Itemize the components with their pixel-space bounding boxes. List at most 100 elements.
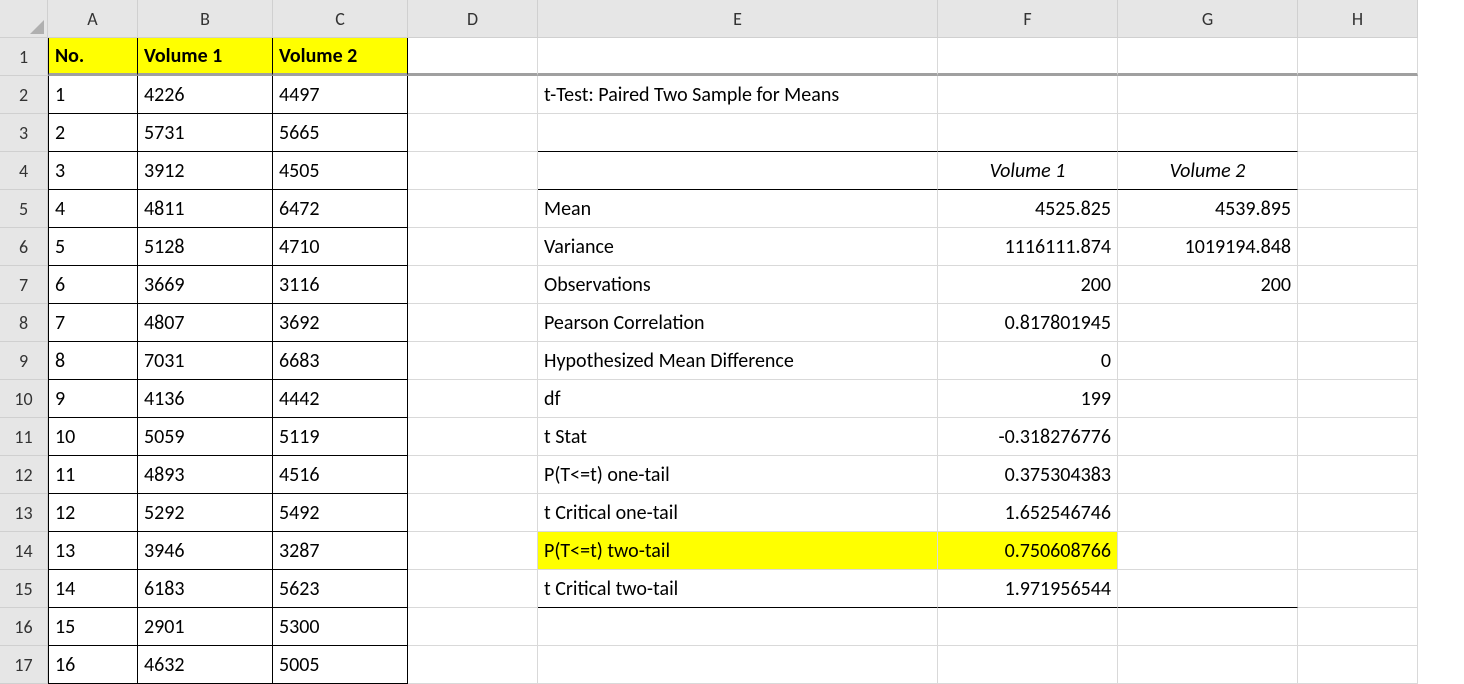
data-cell[interactable]: 5492	[273, 494, 408, 532]
data-cell[interactable]: 3116	[273, 266, 408, 304]
data-cell[interactable]: 4632	[138, 646, 273, 684]
data-header-cell[interactable]: Volume 1	[138, 38, 273, 76]
col-header-f[interactable]: F	[938, 0, 1118, 38]
data-header-cell[interactable]: No.	[48, 38, 138, 76]
ttest-cell[interactable]	[1118, 342, 1298, 380]
data-header-cell[interactable]: Volume 2	[273, 38, 408, 76]
data-cell[interactable]: 4136	[138, 380, 273, 418]
ttest-cell[interactable]	[938, 608, 1118, 646]
row-header-11[interactable]: 11	[0, 418, 48, 456]
row-header-5[interactable]: 5	[0, 190, 48, 228]
row-header-4[interactable]: 4	[0, 152, 48, 190]
ttest-cell[interactable]: P(T<=t) two-tail	[538, 532, 938, 570]
ttest-cell[interactable]: Variance	[538, 228, 938, 266]
empty-cell[interactable]	[1298, 76, 1418, 114]
data-cell[interactable]: 5119	[273, 418, 408, 456]
col-header-a[interactable]: A	[48, 0, 138, 38]
ttest-cell[interactable]: Pearson Correlation	[538, 304, 938, 342]
col-header-d[interactable]: D	[408, 0, 538, 38]
data-cell[interactable]: 7031	[138, 342, 273, 380]
empty-cell[interactable]	[1298, 304, 1418, 342]
empty-cell[interactable]	[1298, 228, 1418, 266]
empty-cell[interactable]	[408, 380, 538, 418]
ttest-cell[interactable]: Hypothesized Mean Difference	[538, 342, 938, 380]
ttest-cell[interactable]: -0.318276776	[938, 418, 1118, 456]
ttest-cell[interactable]: Volume 1	[938, 152, 1118, 190]
ttest-cell[interactable]: 0	[938, 342, 1118, 380]
data-cell[interactable]: 7	[48, 304, 138, 342]
col-header-b[interactable]: B	[138, 0, 273, 38]
col-header-h[interactable]: H	[1298, 0, 1418, 38]
col-header-g[interactable]: G	[1118, 0, 1298, 38]
empty-cell[interactable]	[1298, 646, 1418, 684]
empty-cell[interactable]	[408, 152, 538, 190]
ttest-cell[interactable]: Mean	[538, 190, 938, 228]
data-cell[interactable]: 3287	[273, 532, 408, 570]
empty-cell[interactable]	[1298, 266, 1418, 304]
ttest-cell[interactable]: 4525.825	[938, 190, 1118, 228]
ttest-cell[interactable]	[1118, 304, 1298, 342]
data-cell[interactable]: 3669	[138, 266, 273, 304]
empty-cell[interactable]	[408, 570, 538, 608]
ttest-cell[interactable]: df	[538, 380, 938, 418]
col-header-c[interactable]: C	[273, 0, 408, 38]
data-cell[interactable]: 1	[48, 76, 138, 114]
data-cell[interactable]: 3946	[138, 532, 273, 570]
data-cell[interactable]: 11	[48, 456, 138, 494]
empty-cell[interactable]	[408, 228, 538, 266]
empty-cell[interactable]	[1298, 114, 1418, 152]
ttest-cell[interactable]	[1118, 76, 1298, 114]
data-cell[interactable]: 4710	[273, 228, 408, 266]
data-cell[interactable]: 3912	[138, 152, 273, 190]
data-cell[interactable]: 4811	[138, 190, 273, 228]
ttest-cell[interactable]	[1118, 494, 1298, 532]
data-cell[interactable]: 4497	[273, 76, 408, 114]
data-cell[interactable]: 5300	[273, 608, 408, 646]
ttest-cell[interactable]	[538, 152, 938, 190]
empty-cell[interactable]	[408, 646, 538, 684]
data-cell[interactable]: 4807	[138, 304, 273, 342]
empty-cell[interactable]	[408, 608, 538, 646]
data-cell[interactable]: 6683	[273, 342, 408, 380]
ttest-cell[interactable]: t Critical two-tail	[538, 570, 938, 608]
data-cell[interactable]: 2901	[138, 608, 273, 646]
data-cell[interactable]: 4893	[138, 456, 273, 494]
data-cell[interactable]: 4516	[273, 456, 408, 494]
row-header-13[interactable]: 13	[0, 494, 48, 532]
empty-cell[interactable]	[1298, 38, 1418, 76]
row-header-17[interactable]: 17	[0, 646, 48, 684]
empty-cell[interactable]	[1298, 380, 1418, 418]
row-header-10[interactable]: 10	[0, 380, 48, 418]
row-header-3[interactable]: 3	[0, 114, 48, 152]
empty-cell[interactable]	[408, 266, 538, 304]
data-cell[interactable]: 2	[48, 114, 138, 152]
data-cell[interactable]: 14	[48, 570, 138, 608]
ttest-cell[interactable]: 0.817801945	[938, 304, 1118, 342]
data-cell[interactable]: 10	[48, 418, 138, 456]
ttest-cell[interactable]	[538, 114, 938, 152]
empty-cell[interactable]	[1298, 494, 1418, 532]
ttest-cell[interactable]	[938, 38, 1118, 76]
empty-cell[interactable]	[408, 494, 538, 532]
empty-cell[interactable]	[408, 76, 538, 114]
data-cell[interactable]: 16	[48, 646, 138, 684]
empty-cell[interactable]	[1298, 152, 1418, 190]
empty-cell[interactable]	[1298, 456, 1418, 494]
row-header-15[interactable]: 15	[0, 570, 48, 608]
data-cell[interactable]: 5059	[138, 418, 273, 456]
data-cell[interactable]: 5005	[273, 646, 408, 684]
row-header-9[interactable]: 9	[0, 342, 48, 380]
row-header-8[interactable]: 8	[0, 304, 48, 342]
data-cell[interactable]: 4226	[138, 76, 273, 114]
data-cell[interactable]: 6183	[138, 570, 273, 608]
ttest-cell[interactable]: t Stat	[538, 418, 938, 456]
empty-cell[interactable]	[408, 190, 538, 228]
ttest-cell[interactable]	[538, 38, 938, 76]
data-cell[interactable]: 5292	[138, 494, 273, 532]
row-header-7[interactable]: 7	[0, 266, 48, 304]
empty-cell[interactable]	[408, 304, 538, 342]
ttest-cell[interactable]	[1118, 38, 1298, 76]
ttest-cell[interactable]: 200	[1118, 266, 1298, 304]
ttest-cell[interactable]	[538, 608, 938, 646]
ttest-cell[interactable]	[1118, 418, 1298, 456]
